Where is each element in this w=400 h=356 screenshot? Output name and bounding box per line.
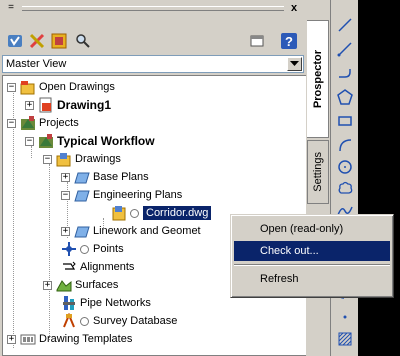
collapse-toggle[interactable]: − (25, 136, 34, 146)
alignment-icon (61, 259, 77, 275)
templates-icon (20, 331, 36, 347)
hatch-tool-icon[interactable] (334, 328, 356, 350)
tree-node-alignments[interactable]: Alignments (61, 258, 134, 276)
tree-node-projects[interactable]: − Projects (7, 114, 79, 132)
menu-item-check-out[interactable]: Check out... (234, 241, 390, 261)
tree-node-pipe-networks[interactable]: Pipe Networks (61, 294, 151, 312)
master-view-select[interactable]: Master View (2, 55, 304, 73)
tree-node-survey-database[interactable]: Survey Database (61, 312, 177, 330)
tree-connector (49, 164, 50, 340)
tree-label: Alignments (80, 261, 135, 273)
folder-icon (74, 223, 90, 239)
project-icon (38, 133, 54, 149)
item-view-icon[interactable] (6, 32, 24, 50)
status-circle-icon (80, 316, 89, 326)
folder-icon (74, 169, 90, 185)
point-tool-icon[interactable] (334, 306, 356, 328)
points-icon (61, 241, 77, 257)
pipe-networks-icon (61, 295, 77, 311)
drawings-folder-icon (56, 151, 72, 167)
status-circle-icon (80, 244, 89, 254)
context-menu: Open (read-only) Check out... Refresh (230, 214, 394, 298)
tree-label: Drawings (75, 153, 121, 165)
tree-node-linework[interactable]: + Linework and Geomet (61, 222, 201, 240)
help-icon[interactable]: ? (280, 32, 298, 50)
tree-node-drawing1[interactable]: + Drawing1 (25, 96, 111, 114)
circle-tool-icon[interactable] (334, 156, 356, 178)
survey-database-icon (61, 312, 77, 329)
line-tool-icon[interactable] (334, 14, 356, 36)
toggle-tools-icon[interactable] (28, 32, 46, 50)
zoom-icon[interactable] (74, 32, 92, 50)
tree-node-typical-workflow[interactable]: − Typical Workflow (25, 132, 155, 150)
tab-label: Prospector (311, 49, 324, 109)
chevron-down-icon[interactable] (287, 57, 302, 71)
expand-toggle[interactable]: + (43, 280, 52, 290)
expand-toggle[interactable]: + (61, 226, 70, 236)
polygon-tool-icon[interactable] (334, 86, 356, 108)
prospector-palette: = x ? Master View − Open Drawings + Draw… (0, 0, 330, 356)
revcloud-tool-icon[interactable] (334, 178, 356, 200)
projects-icon (20, 115, 36, 131)
tree-label: Engineering Plans (93, 189, 183, 201)
tab-settings[interactable]: Settings (307, 140, 329, 204)
tree-label: Surfaces (75, 279, 119, 291)
drawing-canvas[interactable] (358, 0, 400, 356)
tree-label: Points (93, 243, 124, 255)
folder-icon (74, 187, 90, 203)
palette-minimize-button[interactable]: = (5, 3, 17, 14)
tree-label: Linework and Geomet (93, 225, 201, 237)
drag-grip[interactable] (22, 6, 284, 11)
window-icon[interactable] (248, 32, 266, 50)
tree-label: Pipe Networks (80, 297, 151, 309)
svg-text:?: ? (285, 34, 293, 49)
status-circle-icon (130, 208, 139, 218)
expand-toggle[interactable]: + (25, 100, 34, 110)
properties-icon[interactable] (50, 32, 68, 50)
palette-tabs: Prospector Settings (306, 2, 330, 356)
tree-node-base-plans[interactable]: + Base Plans (61, 168, 149, 186)
tree-label: Survey Database (93, 315, 178, 327)
collapse-toggle[interactable]: − (7, 82, 16, 92)
drawing-file-icon (111, 205, 127, 221)
tree-node-surfaces[interactable]: + Surfaces (43, 276, 118, 294)
tree-node-drawings[interactable]: − Drawings (43, 150, 121, 168)
tree-node-engineering-plans[interactable]: − Engineering Plans (61, 186, 182, 204)
menu-item-open-read-only[interactable]: Open (read-only) (234, 219, 390, 239)
collapse-toggle[interactable]: − (61, 190, 70, 200)
collapse-toggle[interactable]: − (7, 118, 16, 128)
app-frame: = x ? Master View − Open Drawings + Draw… (0, 0, 400, 356)
polyline-arc-icon[interactable] (334, 62, 356, 84)
drawing-icon (38, 97, 54, 113)
master-view-label: Master View (6, 58, 67, 70)
tree-label: Corridor.dwg (143, 206, 212, 220)
tree-label: Open Drawings (39, 81, 115, 93)
tree-node-drawing-templates[interactable]: + Drawing Templates (7, 330, 132, 348)
expand-toggle[interactable]: + (61, 172, 70, 182)
palette-title-strip[interactable]: = x (2, 2, 306, 16)
collapse-toggle[interactable]: − (43, 154, 52, 164)
tree-label: Drawing Templates (39, 333, 133, 345)
menu-separator (234, 264, 390, 266)
tree-label: Projects (39, 117, 79, 129)
arc-tool-icon[interactable] (334, 134, 356, 156)
tree-label: Typical Workflow (57, 134, 155, 148)
rectangle-tool-icon[interactable] (334, 110, 356, 132)
expand-toggle[interactable]: + (7, 334, 16, 344)
tree-node-open-drawings[interactable]: − Open Drawings (7, 78, 115, 96)
menu-item-refresh[interactable]: Refresh (234, 269, 390, 289)
tree-label: Base Plans (93, 171, 149, 183)
tree-node-corridor-dwg[interactable]: Corridor.dwg (111, 204, 212, 222)
open-drawings-icon (20, 79, 36, 95)
palette-toolbar: ? (2, 30, 306, 54)
tab-label: Settings (312, 152, 324, 192)
tree-label: Drawing1 (57, 98, 112, 112)
tab-prospector[interactable]: Prospector (307, 20, 329, 138)
palette-close-button[interactable]: x (288, 2, 300, 14)
tree-node-points[interactable]: Points (61, 240, 124, 258)
surfaces-icon (56, 277, 72, 293)
polyline-tool-icon[interactable] (334, 38, 356, 60)
draw-toolbar (330, 0, 358, 356)
